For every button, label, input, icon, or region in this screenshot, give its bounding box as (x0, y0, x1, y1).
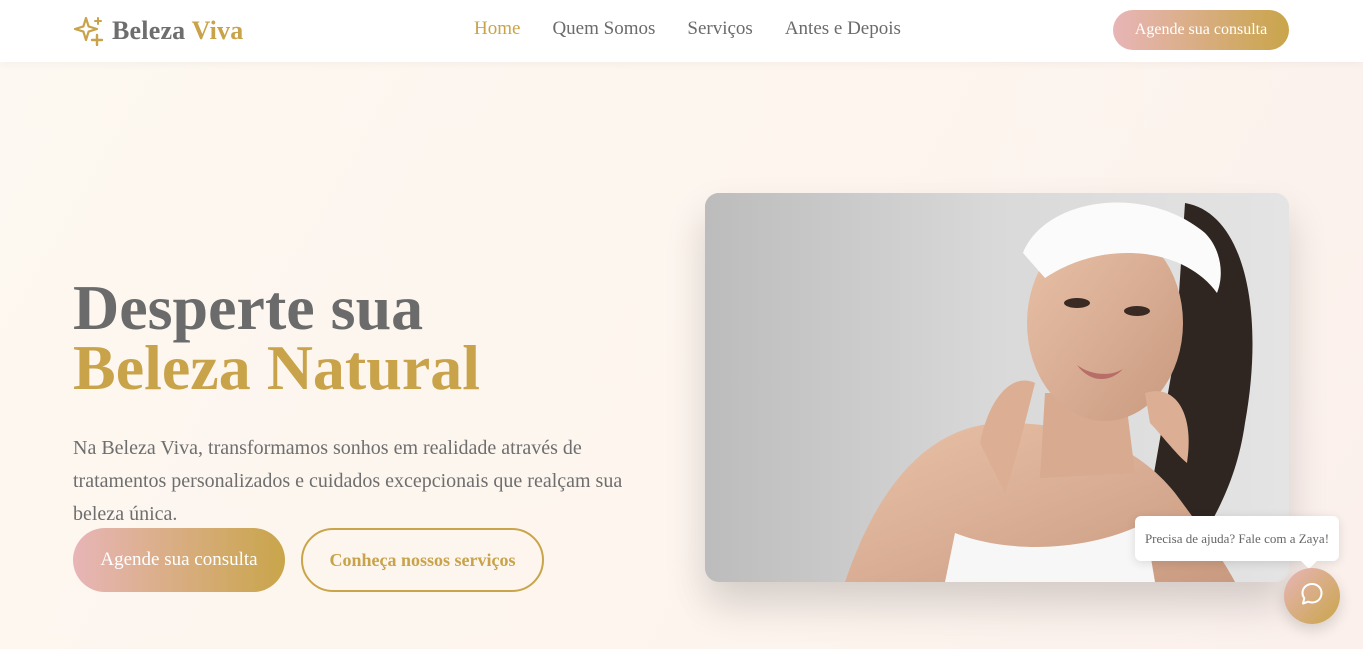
main-nav: Home Quem Somos Serviços Antes e Depois (474, 18, 901, 40)
hero-description: Na Beleza Viva, transformamos sonhos em … (73, 437, 623, 525)
nav-item-servicos[interactable]: Serviços (687, 18, 752, 40)
services-button[interactable]: Conheça nossos serviços (301, 528, 544, 592)
chat-bubble-icon (1299, 581, 1325, 611)
chat-help-bubble[interactable]: Precisa de ajuda? Fale com a Zaya! (1135, 516, 1339, 569)
hero-title-line1: Desperte sua (73, 272, 424, 343)
sparkles-icon (74, 16, 104, 46)
nav-item-antes-e-depois[interactable]: Antes e Depois (785, 18, 901, 40)
brand-name-part2: Viva (191, 16, 244, 45)
chat-launcher-button[interactable] (1284, 568, 1340, 624)
brand-name: Beleza Viva (112, 16, 243, 46)
hero-title: Desperte sua Beleza Natural (73, 272, 480, 403)
header-schedule-button[interactable]: Agende sua consulta (1113, 10, 1289, 50)
hero-title-line2: Beleza Natural (73, 332, 480, 403)
brand-name-part1: Beleza (112, 16, 186, 45)
site-header: Beleza Viva Home Quem Somos Serviços Ant… (0, 0, 1363, 62)
schedule-consultation-button[interactable]: Agende sua consulta (73, 528, 285, 592)
brand-logo[interactable]: Beleza Viva (74, 14, 243, 48)
nav-item-home[interactable]: Home (474, 18, 520, 40)
nav-item-quem-somos[interactable]: Quem Somos (552, 18, 655, 40)
